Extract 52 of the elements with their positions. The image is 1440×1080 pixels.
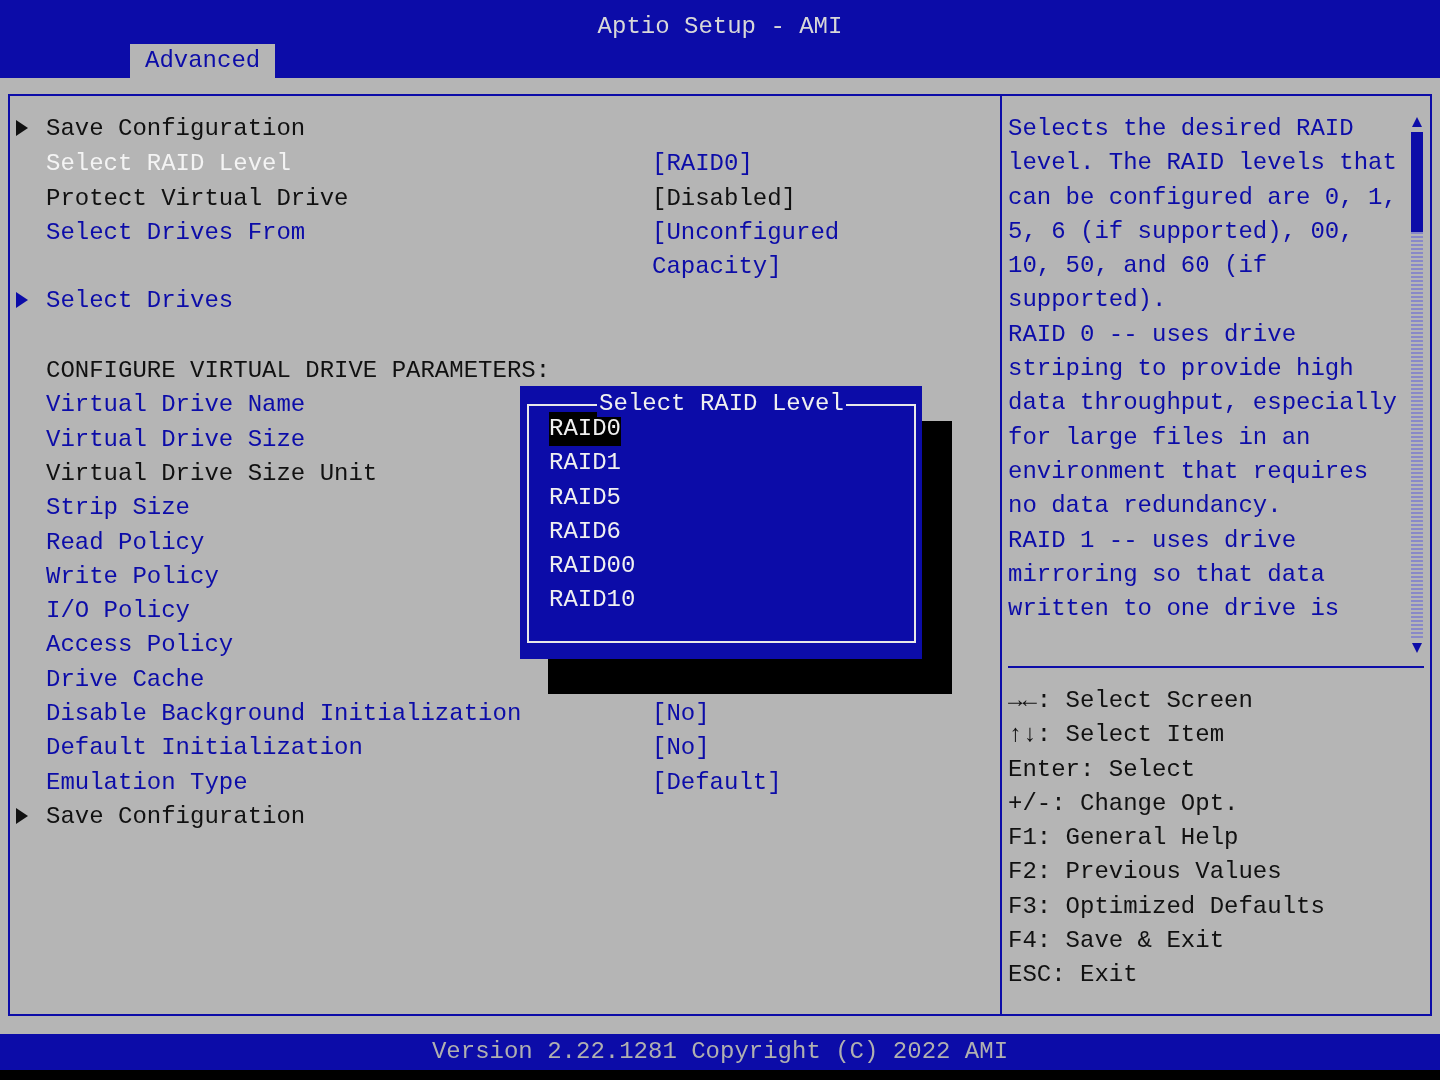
raid-option[interactable]: RAID00: [549, 549, 636, 584]
scroll-up-icon[interactable]: [1411, 116, 1423, 128]
submenu-link[interactable]: Save Configuration: [46, 115, 306, 142]
scroll-thumb[interactable]: [1411, 132, 1423, 232]
submenu-arrow-icon: [16, 807, 28, 824]
help-text: RAID 1 -- uses drive mirroring so that data written to one drive is: [1008, 525, 1341, 625]
setting-label: Virtual Drive Size Unit: [46, 459, 378, 487]
setting-label[interactable]: Disable Background Initialization: [46, 700, 522, 728]
key-hint: F3: Optimized Defaults: [1008, 892, 1325, 920]
submenu-link[interactable]: Select Drives: [46, 287, 234, 315]
setting-value[interactable]: [RAID0]: [652, 147, 852, 182]
setting-value[interactable]: [No]: [652, 731, 852, 766]
setting-label[interactable]: Virtual Drive Name: [46, 391, 306, 419]
setting-label[interactable]: Default Initialization: [46, 734, 363, 762]
setting-label[interactable]: Strip Size: [46, 494, 191, 522]
raid-option[interactable]: RAID1: [549, 446, 621, 481]
setting-label[interactable]: Access Policy: [46, 631, 234, 659]
setting-label[interactable]: Emulation Type: [46, 768, 248, 796]
setting-value: [Disabled]: [652, 183, 798, 214]
popup-title: Select RAID Level: [597, 390, 846, 417]
raid-option[interactable]: RAID5: [549, 480, 621, 515]
key-hint: ESC: Exit: [1008, 961, 1138, 989]
key-hint: ↑↓: Select Item: [1008, 721, 1225, 749]
submenu-arrow-icon: [16, 292, 28, 309]
setting-value[interactable]: [Default]: [652, 765, 852, 800]
setting-label[interactable]: I/O Policy: [46, 597, 191, 625]
setting-label[interactable]: Drive Cache: [46, 665, 205, 693]
scroll-down-icon[interactable]: [1411, 642, 1423, 654]
key-hint: F1: General Help: [1008, 824, 1239, 852]
key-hint: →←: Select Screen: [1008, 687, 1253, 714]
setting-label[interactable]: Virtual Drive Size: [46, 425, 306, 453]
setting-label[interactable]: Write Policy: [46, 562, 219, 590]
setting-label: Protect Virtual Drive: [46, 184, 349, 212]
setting-label[interactable]: Select Drives From: [46, 218, 306, 246]
help-text: Selects the desired RAID level. The RAID levels that can be configured are 0, 1, 5, 6 (if supported), 00, 10, 50, and 60 (if supported).: [1008, 114, 1398, 316]
key-hint: F2: Previous Values: [1008, 858, 1282, 886]
key-hint: +/-: Change Opt.: [1008, 789, 1239, 817]
setting-label[interactable]: Read Policy: [46, 528, 205, 556]
submenu-arrow-icon: [16, 120, 28, 136]
tab[interactable]: Advanced: [130, 44, 276, 78]
raid-option[interactable]: RAID10: [549, 583, 636, 618]
setting-value[interactable]: [Unconfigured Capacity]: [652, 215, 852, 285]
help-text: RAID 0 -- uses drive striping to provide high data throughput, especially for large files in an environment that requires no data redundancy.: [1008, 319, 1398, 522]
raid-option[interactable]: RAID0: [549, 412, 621, 447]
key-hint: Enter: Select: [1008, 755, 1196, 783]
submenu-link[interactable]: Save Configuration: [46, 802, 306, 830]
key-hint: F4: Save & Exit: [1008, 927, 1225, 955]
setting-value[interactable]: [No]: [652, 697, 852, 732]
version-footer: Version 2.22.1281 Copyright (C) 2022 AMI: [0, 1034, 1440, 1070]
raid-option[interactable]: RAID6: [549, 514, 621, 550]
setting-label: CONFIGURE VIRTUAL DRIVE PARAMETERS:: [46, 357, 551, 385]
window-title: Aptio Setup - AMI: [596, 12, 844, 42]
